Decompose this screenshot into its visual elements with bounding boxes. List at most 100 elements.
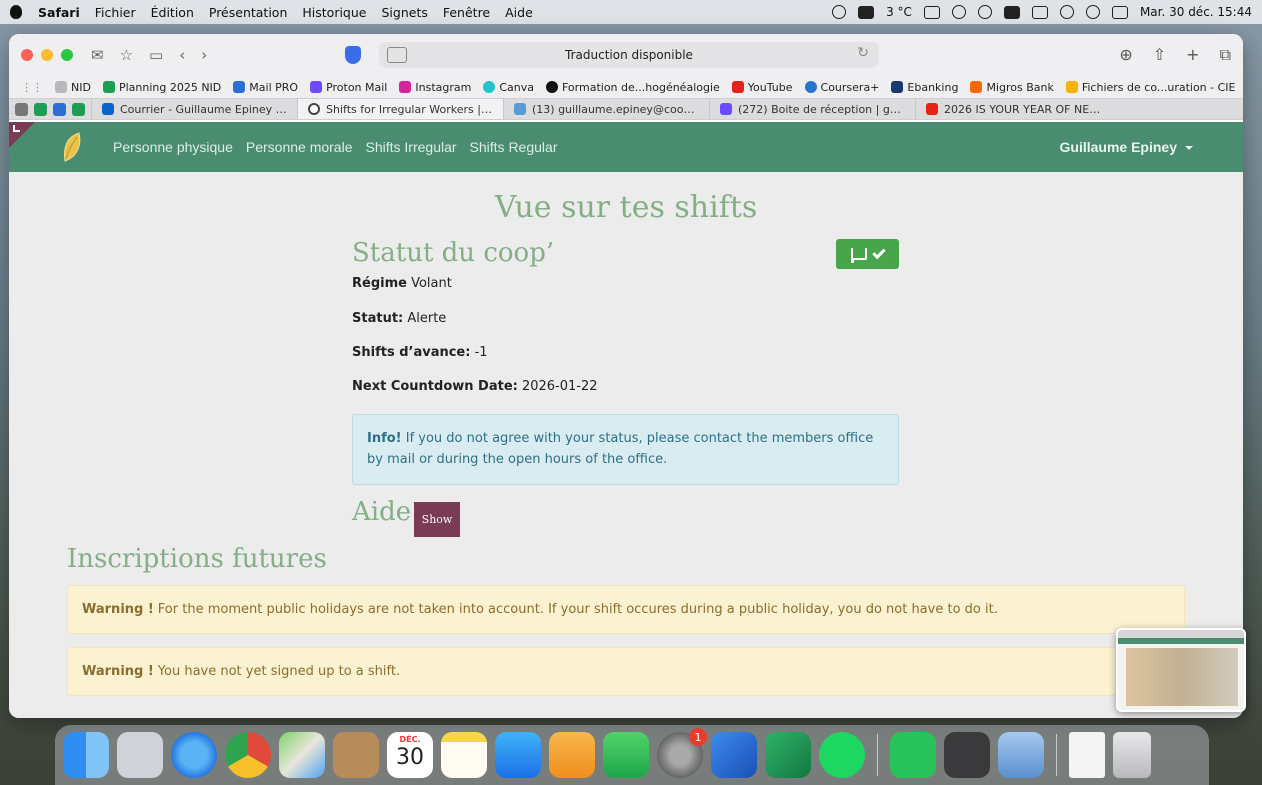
menu-app-name[interactable]: Safari [38,5,80,20]
translate-icon[interactable] [387,47,407,63]
control-center-icon[interactable] [1111,5,1128,19]
bookmark-ebanking[interactable]: Ebanking [891,81,958,94]
bluetooth-icon[interactable] [951,5,966,19]
wifi-icon[interactable] [1059,5,1074,19]
keyboard-icon[interactable] [923,5,940,19]
bookmark-formation[interactable]: Formation de...hogénéalogie [546,81,720,94]
zoom-window-button[interactable] [61,49,73,61]
play-icon[interactable] [977,5,992,19]
tab-proton[interactable]: (272) Boite de réception | guillaume.e..… [709,99,915,119]
cloud-sync-icon[interactable] [832,5,847,19]
cart-icon [850,248,867,263]
user-menu[interactable]: Guillaume Epiney [1060,139,1193,155]
weather-status[interactable]: 3 °C [886,5,912,19]
app-store-icon[interactable] [495,732,541,778]
pinned-tab-sheets2-icon[interactable] [72,102,85,116]
menu-fenetre[interactable]: Fenêtre [443,5,490,20]
spotlight-icon[interactable] [1085,5,1100,19]
caret-down-icon [1185,146,1193,151]
reload-icon[interactable]: ↻ [857,45,869,61]
chrome-icon[interactable] [225,732,271,778]
trash-icon[interactable] [1113,732,1151,778]
tab-youtube[interactable]: 2026 IS YOUR YEAR OF NEW PORTA... [915,99,1121,119]
tab-shifts[interactable]: Shifts for Irregular Workers | My Webs..… [297,99,503,119]
menu-fichier[interactable]: Fichier [95,5,136,20]
tab-gmail[interactable]: (13) guillaume.epiney@cooperativedu... [503,99,709,119]
launchpad-icon[interactable] [117,732,163,778]
screenshot-thumbnail[interactable] [1116,628,1246,712]
menu-edition[interactable]: Édition [151,5,194,20]
show-aide-button[interactable]: Show [414,502,460,537]
safari-window: ✉ ☆ ▭ ‹ › Traduction disponible ↻ ⊕ ⇧ + … [9,34,1243,718]
youtube-icon [731,81,744,93]
bookmark-mail-pro[interactable]: Mail PRO [233,81,298,94]
download-icon[interactable]: ⊕ [1119,45,1132,65]
star-icon[interactable]: ☆ [120,46,133,64]
notes-icon[interactable] [441,732,487,778]
apps-grid-icon[interactable]: ⋮⋮ [21,81,43,94]
new-tab-icon[interactable]: + [1186,45,1199,65]
numbers-icon[interactable] [603,732,649,778]
youtube-icon [926,103,938,115]
close-window-button[interactable] [21,49,33,61]
word-icon[interactable] [711,732,757,778]
forward-icon[interactable]: › [201,46,207,64]
preview-icon[interactable] [998,732,1044,778]
nav-personne-physique[interactable]: Personne physique [113,139,233,155]
menu-historique[interactable]: Historique [302,5,366,20]
bookmark-label: YouTube [747,80,793,94]
tab-label: (272) Boite de réception | guillaume.e..… [738,102,905,116]
tab-outlook[interactable]: Courrier - Guillaume Epiney - Outlook [91,99,297,119]
apple-icon[interactable] [10,5,22,19]
pinned-tab-sheets-icon[interactable] [34,102,47,116]
menu-presentation[interactable]: Présentation [209,5,288,20]
whatsapp-icon[interactable] [890,732,936,778]
calendar-day: 30 [396,745,424,770]
bookmark-proton[interactable]: Proton Mail [310,81,387,94]
sidebar-icon[interactable]: ▭ [149,46,163,64]
safari-icon[interactable] [171,732,217,778]
bookmark-youtube[interactable]: YouTube [731,80,793,94]
finder-icon[interactable] [63,732,109,778]
pinned-tab-docs-icon[interactable] [53,102,66,116]
back-icon[interactable]: ‹ [179,46,185,64]
menu-aide[interactable]: Aide [505,5,533,20]
tab-overview-icon[interactable]: ⧉ [1220,45,1231,65]
bookmark-migros[interactable]: Migros Bank [970,81,1054,94]
spotify-icon[interactable] [819,732,865,778]
bookmark-coursera[interactable]: Coursera+ [804,81,879,94]
nav-shifts-irregular[interactable]: Shifts Irregular [366,139,457,155]
address-text: Traduction disponible [565,48,693,62]
calendar-icon[interactable]: DÉC. 30 [387,732,433,778]
user-name: Guillaume Epiney [1059,139,1177,155]
leaf-logo-icon[interactable] [61,131,83,163]
bookmark-instagram[interactable]: Instagram [399,81,471,94]
cart-check-button[interactable] [836,239,899,269]
maps-icon[interactable] [279,732,325,778]
pinned-tab-g-icon[interactable] [15,102,28,116]
bookmark-fichiers[interactable]: Fichiers de co...uration - CIE [1065,81,1235,94]
privacy-shield-icon[interactable] [345,46,361,64]
pages-icon[interactable] [549,732,595,778]
bookmark-planning[interactable]: Planning 2025 NID [102,81,221,94]
minimize-window-button[interactable] [41,49,53,61]
bookmark-canva[interactable]: Canva [483,81,534,94]
menubar-clock[interactable]: Mar. 30 déc. 15:44 [1140,5,1252,19]
bookmark-nid[interactable]: NID [55,81,91,94]
contacts-icon[interactable] [333,732,379,778]
nav-shifts-regular[interactable]: Shifts Regular [470,139,558,155]
k-app-icon[interactable] [858,5,875,19]
bookmark-label: Instagram [415,80,472,94]
menu-signets[interactable]: Signets [381,5,427,20]
address-bar[interactable]: Traduction disponible ↻ [345,42,879,68]
system-settings-icon[interactable]: 1 [657,728,707,778]
chfr-icon[interactable] [1003,5,1020,19]
pdf-document-icon[interactable] [1069,732,1105,778]
excel-icon[interactable] [765,732,811,778]
share-icon[interactable]: ⇧ [1153,45,1166,65]
nav-personne-morale[interactable]: Personne morale [246,139,353,155]
mail-icon[interactable]: ✉ [91,46,104,64]
mail-icon [233,81,246,93]
calculator-icon[interactable] [944,732,990,778]
battery-icon[interactable] [1031,5,1048,19]
